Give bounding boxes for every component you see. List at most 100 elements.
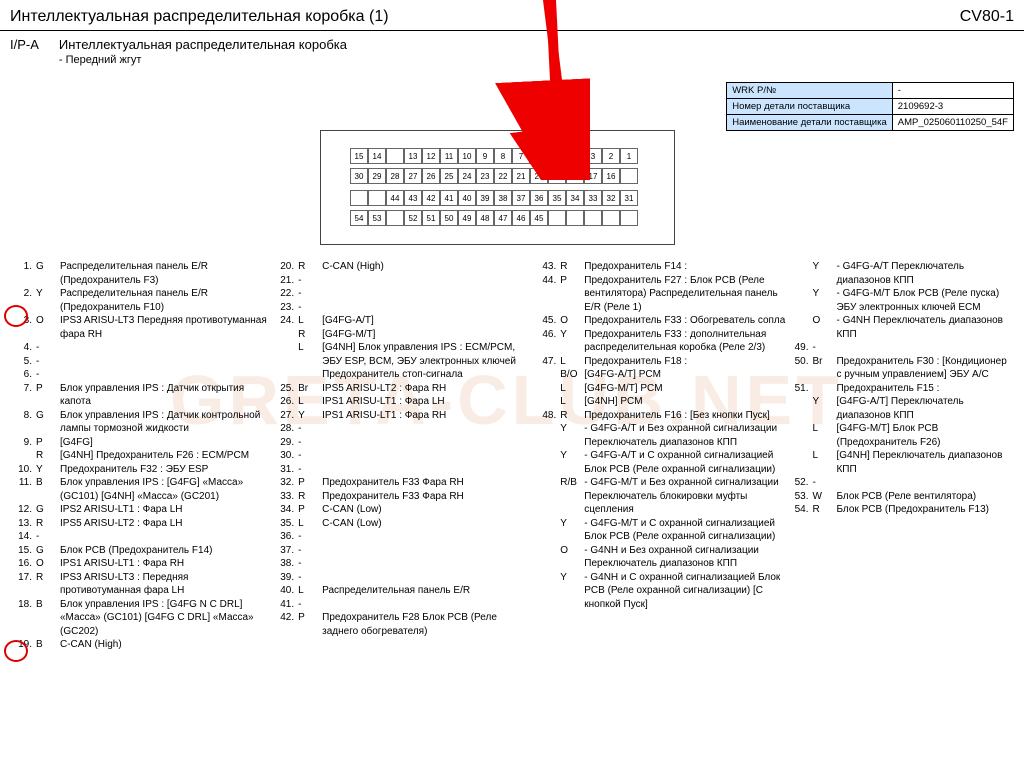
pin-row: 21.- <box>272 274 534 288</box>
diag-cell: 37 <box>512 190 530 206</box>
diag-cell: 2 <box>602 148 620 164</box>
pin-row: Y- G4FG-M/T Блок PCB (Реле пуска) ЭБУ эл… <box>786 287 1014 314</box>
pin-row: Y- G4FG-A/T и С охранной сигнализацией Б… <box>534 449 786 476</box>
pin-row: 42.PПредохранитель F28 Блок PCB (Реле за… <box>272 611 534 638</box>
diag-row-4: 54535251504948474645 <box>350 210 638 226</box>
diag-cell <box>368 190 386 206</box>
pin-row: R/B- G4FG-M/T и Без охранной сигнализаци… <box>534 476 786 517</box>
pin-row: Y[G4FG-A/T] Переключатель диапазонов КПП <box>786 395 1014 422</box>
pin-row: 10.YПредохранитель F32 : ЭБУ ESP <box>10 463 272 477</box>
diag-cell: 36 <box>530 190 548 206</box>
diag-cell <box>548 210 566 226</box>
pin-row: 48.RПредохранитель F16 : [Без кнопки Пус… <box>534 409 786 423</box>
diag-cell: 19 <box>548 168 566 184</box>
diag-cell: 51 <box>422 210 440 226</box>
pin-columns: 1.GРаспределительная панель E/R (Предохр… <box>10 260 1014 652</box>
pin-row: 39.- <box>272 571 534 585</box>
pin-row: 41.- <box>272 598 534 612</box>
diag-cell: 34 <box>566 190 584 206</box>
diag-cell: 4 <box>566 148 584 164</box>
diag-cell: 1 <box>620 148 638 164</box>
pin-row: 6.- <box>10 368 272 382</box>
pin-row: 27.YIPS1 ARISU-LT1 : Фара RH <box>272 409 534 423</box>
diag-cell <box>602 210 620 226</box>
diag-cell: 6 <box>530 148 548 164</box>
diag-row-3: 4443424140393837363534333231 <box>350 190 638 206</box>
circle-marker-2 <box>4 640 28 662</box>
pin-row: 53.WБлок PCB (Реле вентилятора) <box>786 490 1014 504</box>
diag-cell: 35 <box>548 190 566 206</box>
diag-cell: 7 <box>512 148 530 164</box>
diag-cell: 31 <box>620 190 638 206</box>
diag-cell: 50 <box>440 210 458 226</box>
pin-row: 31.- <box>272 463 534 477</box>
info-table: WRK P/№- Номер детали поставщика2109692-… <box>726 82 1014 131</box>
pin-row: 40.LРаспределительная панель E/R <box>272 584 534 598</box>
diag-cell: 49 <box>458 210 476 226</box>
pin-row: Y- G4FG-A/T и Без охранной сигнализации … <box>534 422 786 449</box>
diag-cell: 46 <box>512 210 530 226</box>
pin-row: 17.RIPS3 ARISU-LT3 : Передняя противотум… <box>10 571 272 598</box>
diag-cell: 20 <box>530 168 548 184</box>
pin-row: 2.YРаспределительная панель E/R (Предохр… <box>10 287 272 314</box>
diag-cell: 26 <box>422 168 440 184</box>
diag-cell: 45 <box>530 210 548 226</box>
diag-cell: 22 <box>494 168 512 184</box>
diag-cell: 14 <box>368 148 386 164</box>
diag-cell <box>620 168 638 184</box>
page-title: Интеллектуальная распределительная короб… <box>10 8 389 26</box>
pin-row: 30.- <box>272 449 534 463</box>
diag-cell: 28 <box>386 168 404 184</box>
pin-row: 4.- <box>10 341 272 355</box>
pin-row: 37.- <box>272 544 534 558</box>
pin-row: 22.- <box>272 287 534 301</box>
pin-row: 33.RПредохранитель F33 Фара RH <box>272 490 534 504</box>
pin-row: 35.LC-CAN (Low) <box>272 517 534 531</box>
pin-row: L[G4NH] Блок управления IPS : ECM/PCM, Э… <box>272 341 534 382</box>
pin-row: 32.PПредохранитель F33 Фара RH <box>272 476 534 490</box>
diag-cell: 39 <box>476 190 494 206</box>
pin-row: 34.PC-CAN (Low) <box>272 503 534 517</box>
pin-row: 28.- <box>272 422 534 436</box>
pin-row: 15.GБлок PCB (Предохранитель F14) <box>10 544 272 558</box>
diag-cell: 5 <box>548 148 566 164</box>
diag-cell: 10 <box>458 148 476 164</box>
diag-cell <box>386 210 404 226</box>
diag-cell: 25 <box>440 168 458 184</box>
connector-diagram: 151413121110987654321 302928272625242322… <box>320 130 675 245</box>
diag-cell: 40 <box>458 190 476 206</box>
pin-row: L[G4FG-M/T] Блок PCB (Предохранитель F26… <box>786 422 1014 449</box>
pin-row: 5.- <box>10 355 272 369</box>
diag-cell: 44 <box>386 190 404 206</box>
pin-row: Y- G4FG-A/T Переключатель диапазонов КПП <box>786 260 1014 287</box>
diag-cell: 8 <box>494 148 512 164</box>
diag-cell: 41 <box>440 190 458 206</box>
pin-row: 12.GIPS2 ARISU-LT1 : Фара LH <box>10 503 272 517</box>
col-2: 20.RC-CAN (High)21.-22.-23.-24.L[G4FG-A/… <box>272 260 534 652</box>
diag-row-2: 302928272625242322212019181716 <box>350 168 638 184</box>
sub-title: Интеллектуальная распределительная короб… <box>59 37 347 52</box>
diag-cell: 24 <box>458 168 476 184</box>
diag-cell: 48 <box>476 210 494 226</box>
pin-row: Y- G4NH и С охранной сигнализацией Блок … <box>534 571 786 612</box>
pin-row: 8.GБлок управления IPS : Датчик контроль… <box>10 409 272 436</box>
pin-row: R[G4FG-M/T] <box>272 328 534 342</box>
pin-row: 44.PПредохранитель F27 : Блок PCB (Реле … <box>534 274 786 315</box>
pin-row: 11.BБлок управления IPS : [G4FG] «Масса»… <box>10 476 272 503</box>
diag-cell: 21 <box>512 168 530 184</box>
diag-cell: 15 <box>350 148 368 164</box>
diag-cell: 17 <box>584 168 602 184</box>
pin-row: 54.RБлок PCB (Предохранитель F13) <box>786 503 1014 517</box>
pin-row: 25.BrIPS5 ARISU-LT2 : Фара RH <box>272 382 534 396</box>
diag-cell: 16 <box>602 168 620 184</box>
pin-row: 9.P[G4FG] <box>10 436 272 450</box>
pin-row: 43.RПредохранитель F14 : <box>534 260 786 274</box>
diag-cell: 53 <box>368 210 386 226</box>
diag-cell: 9 <box>476 148 494 164</box>
diag-cell: 23 <box>476 168 494 184</box>
diag-cell: 11 <box>440 148 458 164</box>
pin-row: 19.BC-CAN (High) <box>10 638 272 652</box>
diag-cell: 3 <box>584 148 602 164</box>
pin-row: 7.PБлок управления IPS : Датчик открытия… <box>10 382 272 409</box>
diag-cell <box>566 210 584 226</box>
